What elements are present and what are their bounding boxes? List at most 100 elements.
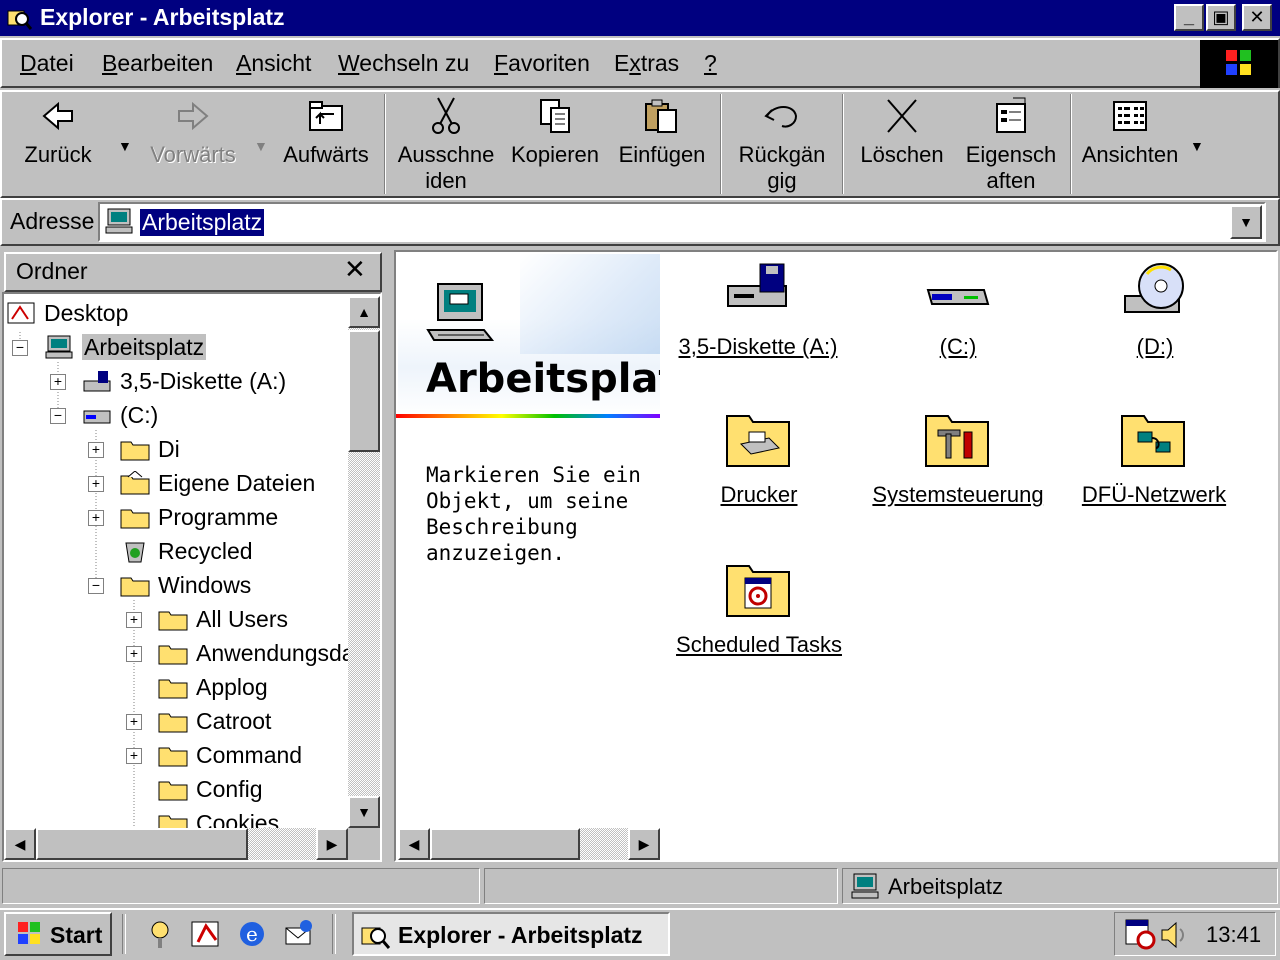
computer-icon	[851, 873, 879, 899]
close-button[interactable]: ✕	[1242, 4, 1272, 31]
scroll-thumb[interactable]	[348, 330, 380, 452]
forward-button[interactable]: Vorwärts	[146, 96, 240, 168]
taskbar-window-button[interactable]: Explorer - Arbeitsplatz	[352, 912, 670, 956]
outlook-express-icon[interactable]	[282, 918, 314, 950]
folder-icon	[158, 815, 188, 828]
toolbar-separator	[720, 94, 722, 194]
tree-item-folder[interactable]: Command	[158, 742, 302, 769]
my-documents-icon	[120, 471, 150, 495]
folder-up-icon	[309, 101, 343, 131]
item-printers[interactable]: Drucker	[704, 408, 814, 508]
tree-item-desktop[interactable]: Desktop	[6, 300, 128, 327]
undo-button[interactable]: Rückgän gig	[730, 96, 834, 194]
tree-item-folder[interactable]: Catroot	[158, 708, 271, 735]
clock[interactable]: 13:41	[1206, 922, 1261, 948]
delete-button[interactable]: Löschen	[856, 96, 948, 168]
explorer-icon	[361, 927, 390, 949]
explorer-icon	[7, 10, 32, 30]
tree-item-folder[interactable]: Windows	[120, 572, 251, 599]
title-underline	[396, 414, 660, 418]
item-drive-c[interactable]: (C:)	[900, 260, 1016, 360]
copy-button[interactable]: Kopieren	[508, 96, 602, 168]
dial-up-network-icon	[1121, 415, 1185, 467]
item-drive-d[interactable]: (D:)	[1100, 260, 1210, 360]
menu-help[interactable]: ?	[704, 50, 717, 77]
menu-datei[interactable]: Datei	[20, 50, 74, 77]
expand-icon[interactable]: +	[88, 442, 104, 458]
status-pane-2	[484, 868, 838, 904]
folder-icon	[120, 441, 150, 461]
tree-item-folder[interactable]: Eigene Dateien	[120, 470, 315, 497]
cut-button[interactable]: Ausschne iden	[394, 96, 498, 194]
properties-button[interactable]: Eigensch aften	[962, 96, 1060, 194]
up-label: Aufwärts	[283, 142, 369, 167]
tree-item-folder[interactable]: Anwendungsda	[158, 640, 348, 667]
item-floppy-a[interactable]: 3,5-Diskette (A:)	[676, 260, 840, 360]
folder-icon	[120, 577, 150, 597]
scheduler-tray-icon[interactable]	[1124, 918, 1158, 950]
expand-icon[interactable]: +	[126, 646, 142, 662]
menu-bearbeiten[interactable]: Bearbeiten	[102, 50, 213, 77]
expand-icon[interactable]: +	[126, 612, 142, 628]
scroll-thumb[interactable]	[430, 828, 580, 860]
tree-item-folder[interactable]: Applog	[158, 674, 268, 701]
address-dropdown-button[interactable]: ▼	[1230, 205, 1262, 239]
toolbar-separator	[384, 94, 386, 194]
tree-item-floppy[interactable]: 3,5-Diskette (A:)	[82, 368, 286, 395]
start-button[interactable]: Start	[4, 912, 112, 956]
expand-icon[interactable]: +	[88, 476, 104, 492]
tree-item-folder[interactable]: Config	[158, 776, 262, 803]
back-dropdown-icon[interactable]: ▼	[118, 138, 132, 154]
menu-ansicht[interactable]: Ansicht	[236, 50, 311, 77]
maximize-button[interactable]: ▣	[1206, 4, 1236, 31]
tree-item-folder[interactable]: Cookies	[158, 810, 279, 828]
views-button[interactable]: Ansichten	[1078, 96, 1182, 168]
minimize-button[interactable]: _	[1174, 4, 1204, 31]
views-dropdown-icon[interactable]: ▼	[1190, 138, 1204, 154]
desktop-shortcut-icon[interactable]	[190, 918, 222, 950]
volume-icon[interactable]	[1158, 920, 1190, 950]
collapse-icon[interactable]: −	[88, 578, 104, 594]
tree-item-folder[interactable]: Di	[120, 436, 180, 463]
menu-extras[interactable]: Extras	[614, 50, 679, 77]
title-bar[interactable]: Explorer - Arbeitsplatz _ ▣ ✕	[0, 0, 1280, 36]
menu-wechseln-zu[interactable]: Wechseln zu	[338, 50, 469, 77]
paste-button[interactable]: Einfügen	[614, 96, 710, 168]
item-control-panel[interactable]: Systemsteuerung	[870, 408, 1046, 508]
expand-icon[interactable]: +	[126, 748, 142, 764]
window-title: Explorer - Arbeitsplatz	[40, 4, 285, 30]
item-scheduled-tasks[interactable]: Scheduled Tasks	[670, 558, 848, 658]
views-label: Ansichten	[1081, 142, 1179, 167]
scroll-right-button[interactable]: ▶	[316, 828, 348, 860]
folder-icon	[120, 509, 150, 529]
menu-favoriten[interactable]: Favoriten	[494, 50, 590, 77]
folder-pane-close-icon[interactable]: ✕	[344, 254, 366, 285]
toolbar-separator	[842, 94, 844, 194]
expand-icon[interactable]: +	[126, 714, 142, 730]
internet-explorer-icon[interactable]: e	[236, 918, 268, 950]
address-input[interactable]	[98, 202, 1266, 242]
expand-icon[interactable]: +	[50, 374, 66, 390]
tree-item-recycled[interactable]: Recycled	[120, 538, 253, 565]
address-value[interactable]: Arbeitsplatz	[140, 209, 265, 236]
tree-item-folder[interactable]: Programme	[120, 504, 278, 531]
hard-drive-icon	[926, 289, 990, 305]
collapse-icon[interactable]: −	[50, 408, 66, 424]
expand-icon[interactable]: +	[88, 510, 104, 526]
hard-drive-icon	[83, 410, 111, 424]
scroll-right-button[interactable]: ▶	[628, 828, 660, 860]
show-desktop-icon[interactable]	[144, 918, 176, 950]
scroll-down-button[interactable]: ▼	[348, 796, 380, 828]
scroll-up-button[interactable]: ▲	[348, 296, 380, 328]
tree-item-arbeitsplatz[interactable]: Arbeitsplatz	[44, 334, 207, 361]
scroll-left-button[interactable]: ◀	[4, 828, 36, 860]
scroll-left-button[interactable]: ◀	[398, 828, 430, 860]
tree-item-drive-c[interactable]: (C:)	[82, 402, 158, 429]
collapse-icon[interactable]: −	[12, 340, 28, 356]
back-button[interactable]: Zurück	[18, 96, 98, 168]
forward-dropdown-icon[interactable]: ▼	[254, 138, 268, 154]
item-dial-up-network[interactable]: DFÜ-Netzwerk	[1080, 408, 1228, 508]
up-button[interactable]: Aufwärts	[280, 96, 372, 168]
scroll-thumb[interactable]	[36, 828, 248, 860]
tree-item-folder[interactable]: All Users	[158, 606, 288, 633]
